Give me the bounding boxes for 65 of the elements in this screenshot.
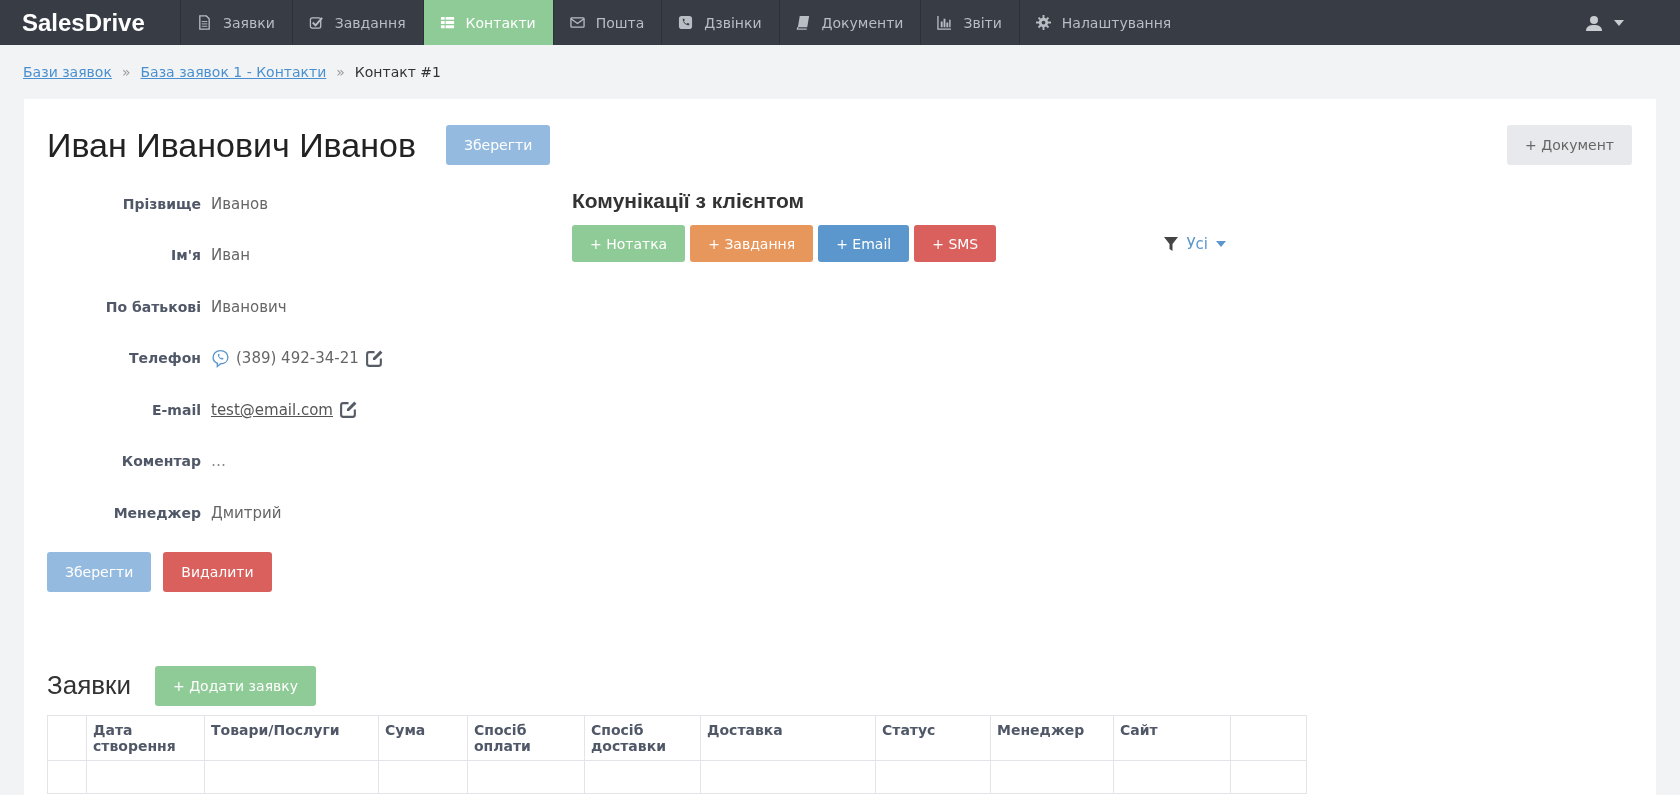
add-communication-button[interactable]: + Email xyxy=(818,225,910,262)
delete-button[interactable]: Видалити xyxy=(163,551,272,592)
nav-tab[interactable]: Пошта xyxy=(552,0,662,45)
caret-icon xyxy=(1216,240,1226,247)
section-heading: Заявки xyxy=(47,670,131,701)
document-icon xyxy=(197,15,212,30)
contact-name: Иван Иванович Иванов xyxy=(47,125,416,165)
breadcrumb-separator: » xyxy=(336,64,345,80)
list-icon xyxy=(439,15,455,30)
add-communication-button[interactable]: + Завдання xyxy=(690,225,814,262)
add-communication-button[interactable]: + SMS xyxy=(914,225,997,262)
checkbox-icon xyxy=(308,15,324,30)
column-header: Спосіб оплати xyxy=(467,715,585,760)
nav-tab[interactable]: Налаштування xyxy=(1018,0,1189,45)
field-label: Прізвище xyxy=(121,195,201,212)
field-label: По батькові xyxy=(104,298,201,315)
field-label: Коментар xyxy=(120,453,201,470)
filter-icon xyxy=(1164,236,1179,251)
column-header: Спосіб доставки xyxy=(584,715,701,760)
column-header: Сума xyxy=(378,715,468,760)
column-header: Доставка xyxy=(700,715,876,760)
add-communication-button[interactable]: + Нотатка xyxy=(572,225,686,262)
nav-tab[interactable]: Дзвінки xyxy=(661,0,779,45)
field-value: Иванов xyxy=(211,194,269,213)
edit-icon[interactable] xyxy=(364,348,384,368)
column-header: Дата створення xyxy=(86,715,205,760)
breadcrumb-link[interactable]: База заявок 1 - Контакти xyxy=(140,64,327,80)
email-link[interactable]: test@email.com xyxy=(211,400,333,419)
breadcrumb-separator: » xyxy=(121,64,131,80)
column-header: Статус xyxy=(875,715,991,760)
book-icon xyxy=(795,15,811,30)
nav-tab[interactable]: Завдання xyxy=(291,0,423,45)
field-value: Иван xyxy=(211,246,251,265)
nav-tab[interactable]: Заявки xyxy=(180,0,292,45)
user-icon xyxy=(1586,14,1602,31)
phone-icon xyxy=(678,15,694,30)
viber-icon[interactable] xyxy=(211,348,230,368)
field-label: E-mail xyxy=(151,401,201,418)
nav-tab[interactable]: Контакти xyxy=(422,0,553,45)
field-placeholder[interactable]: … xyxy=(211,452,228,471)
chart-icon xyxy=(937,15,953,30)
breadcrumb-current: Контакт #1 xyxy=(354,64,441,80)
save-button[interactable]: Зберегти xyxy=(445,125,551,165)
section-heading: Комунікації з клієнтом xyxy=(572,189,806,213)
field-label: Телефон xyxy=(128,350,201,367)
caret-icon xyxy=(1614,19,1624,26)
filter-dropdown[interactable]: Усі xyxy=(1158,233,1232,254)
breadcrumb-link[interactable]: Бази заявок xyxy=(23,64,112,80)
logo[interactable]: SalesDrive xyxy=(0,0,155,45)
field-label: Менеджер xyxy=(112,504,201,521)
add-document-button[interactable]: + Документ xyxy=(1507,125,1632,165)
envelope-icon xyxy=(569,15,585,30)
field-label: Ім'я xyxy=(170,247,201,264)
column-header: Менеджер xyxy=(990,715,1114,760)
nav-tab[interactable]: Звіти xyxy=(920,0,1019,45)
save-button[interactable]: Зберегти xyxy=(47,551,152,592)
nav-tab[interactable]: Документи xyxy=(778,0,921,45)
column-header: Товари/Послуги xyxy=(204,715,379,760)
gear-icon xyxy=(1035,15,1051,30)
field-value: (389) 492-34-21 xyxy=(236,349,359,368)
column-header: Сайт xyxy=(1113,715,1231,760)
edit-icon[interactable] xyxy=(339,400,358,420)
add-order-button[interactable]: + Додати заявку xyxy=(154,665,317,706)
field-value: Иванович xyxy=(211,297,287,316)
field-value: Дмитрий xyxy=(211,503,282,522)
